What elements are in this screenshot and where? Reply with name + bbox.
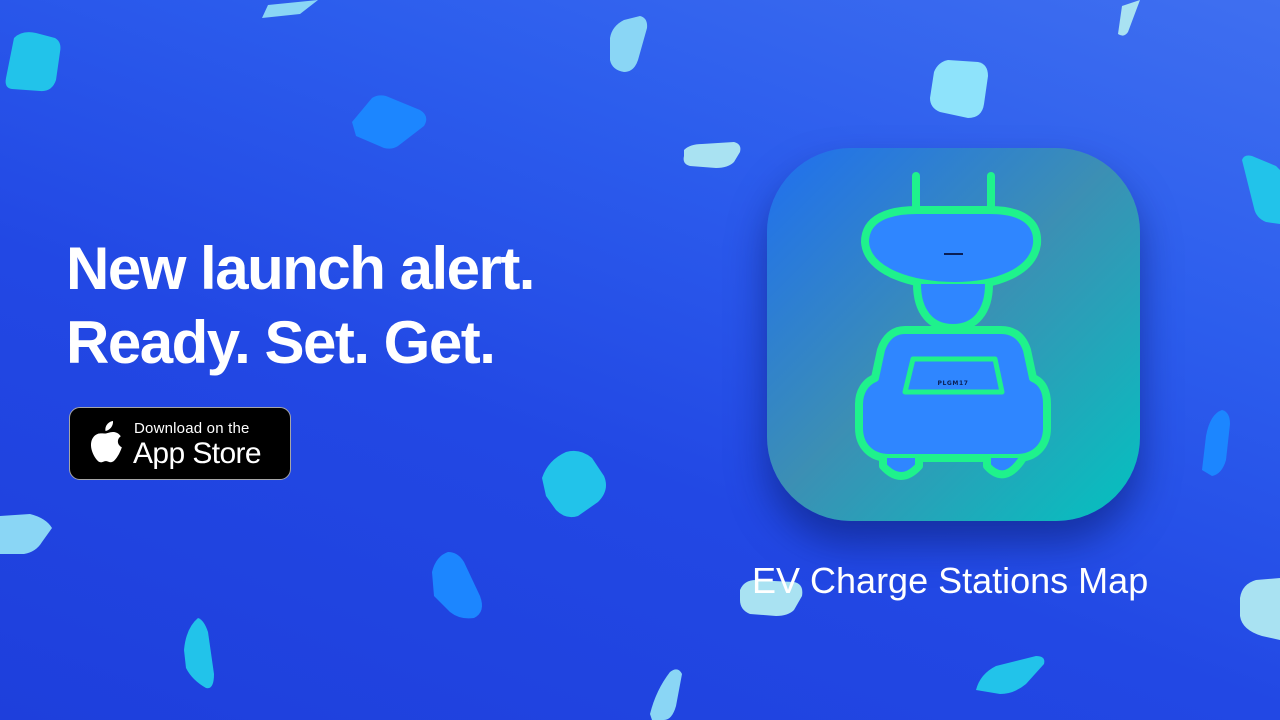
left-wheel [879,454,923,480]
headline: New launch alert. Ready. Set. Get. [66,232,535,380]
badge-small-text: Download on the [134,420,250,437]
badge-big-text: App Store [133,437,262,470]
app-store-download-button[interactable]: Download on the App Store [69,407,291,480]
app-icon[interactable]: PLGM17 [767,148,1140,521]
shape [5,32,61,92]
shape [930,60,988,118]
shape [650,669,682,720]
shape [683,142,741,168]
apple-logo-icon [90,421,122,463]
shape [0,514,52,554]
shape [610,16,648,72]
shape [1202,410,1230,476]
shape [1242,155,1280,224]
headline-line-1: New launch alert. [66,235,535,302]
windshield [902,356,1005,395]
shape [352,95,427,149]
shape [542,450,606,518]
ev-car-plug-icon: PLGM17 [855,172,1051,480]
plug-head [861,206,1042,290]
right-wheel [983,454,1027,479]
shape [184,618,214,689]
app-name-label: EV Charge Stations Map [752,560,1149,601]
shape [432,552,482,619]
shape [262,0,318,18]
headline-line-2: Ready. Set. Get. [66,309,496,376]
license-plate-text: PLGM17 [937,380,968,387]
shape [976,656,1045,694]
shape [1118,0,1140,36]
plug-neck [913,280,993,332]
shape [1240,578,1280,640]
